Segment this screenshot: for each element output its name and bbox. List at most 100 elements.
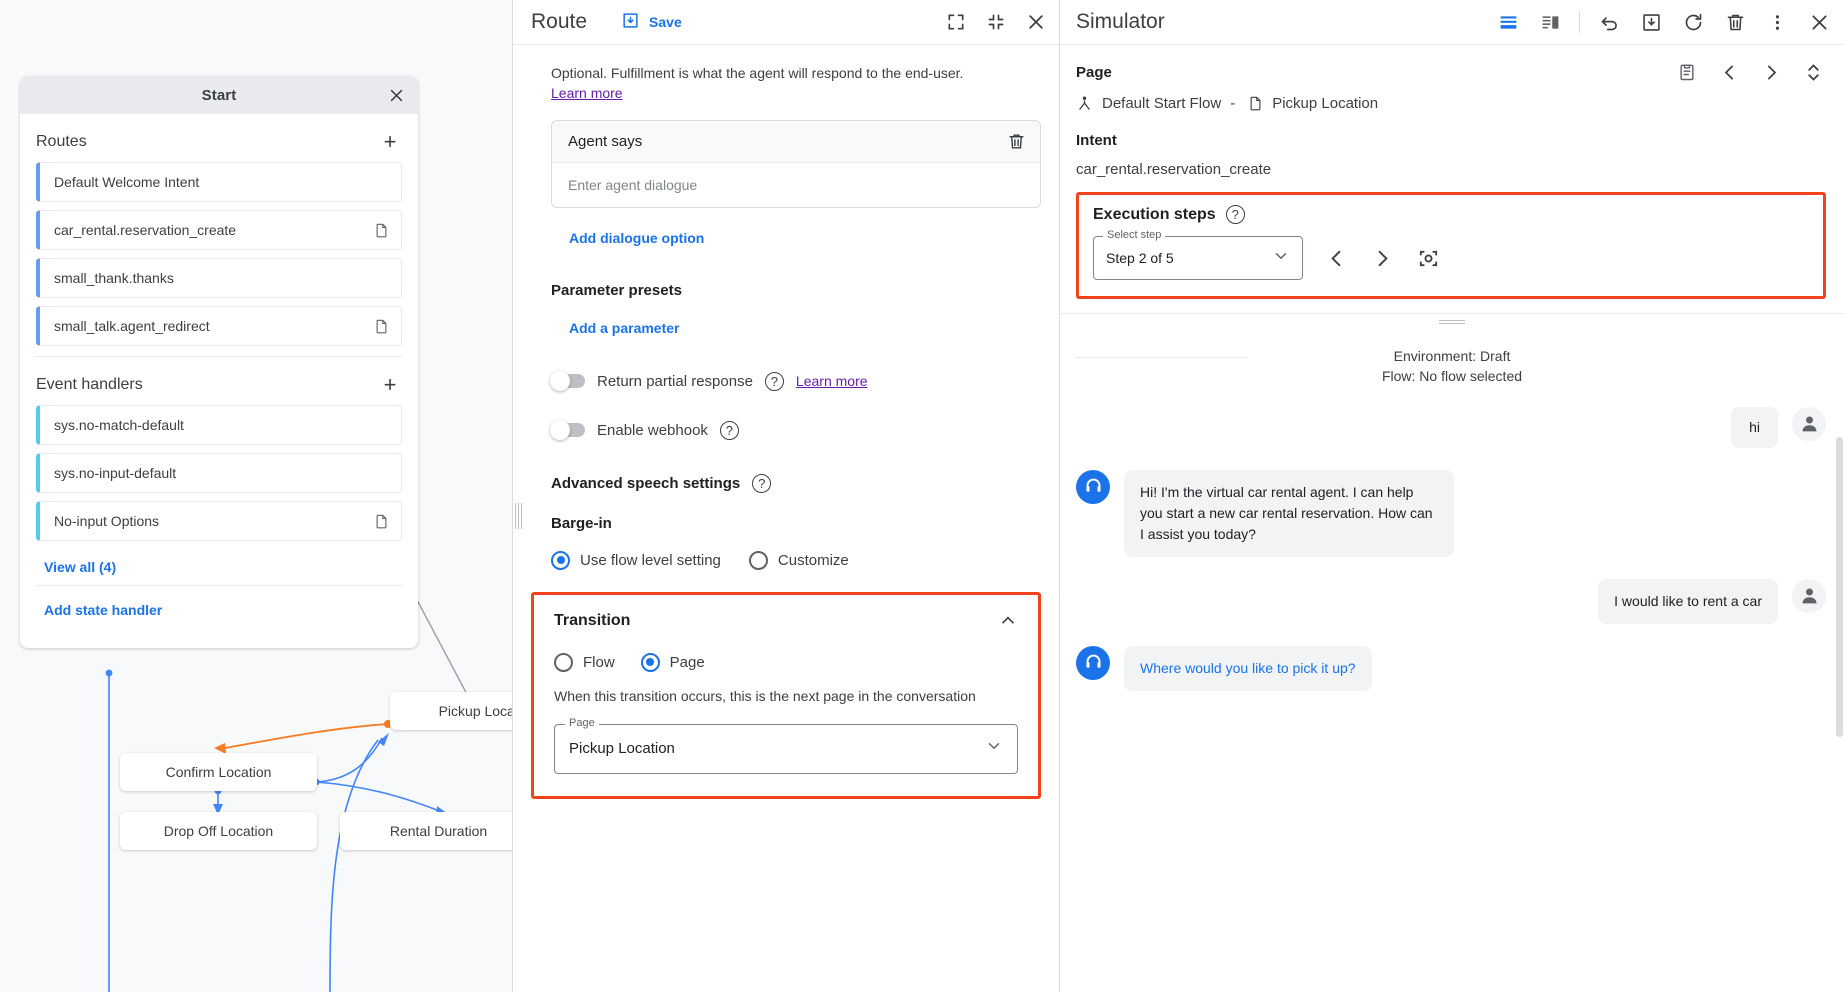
collapse-icon[interactable] — [983, 9, 1009, 35]
add-parameter-container: Add a parameter — [569, 320, 1041, 338]
intent-value: car_rental.reservation_create — [1076, 161, 1826, 178]
env-rule — [1076, 357, 1248, 358]
learn-more-link[interactable]: Learn more — [551, 85, 623, 101]
close-icon[interactable] — [384, 83, 408, 107]
enable-webhook-toggle[interactable] — [551, 423, 585, 437]
select-step-dropdown[interactable]: Select step Step 2 of 5 — [1093, 236, 1303, 280]
transition-page-select[interactable]: Page Pickup Location — [554, 724, 1018, 774]
select-step-float-label: Select step — [1103, 229, 1165, 241]
radio-label: Customize — [778, 552, 849, 569]
next-step-button[interactable] — [1369, 245, 1395, 271]
radio-button[interactable] — [551, 551, 570, 570]
trash-icon[interactable] — [1007, 132, 1026, 151]
expand-fullscreen-icon[interactable] — [943, 9, 969, 35]
help-icon[interactable]: ? — [752, 474, 771, 493]
transition-option-flow[interactable]: Flow — [554, 653, 615, 672]
restart-icon[interactable] — [1680, 9, 1706, 35]
breadcrumb-flow-label[interactable]: Default Start Flow — [1102, 95, 1221, 112]
parameter-presets-label: Parameter presets — [551, 282, 682, 299]
route-row[interactable]: car_rental.reservation_create — [36, 210, 402, 250]
toolbar-divider — [1579, 11, 1580, 33]
return-partial-response-toggle[interactable] — [551, 374, 585, 388]
page-icon — [1248, 95, 1263, 112]
view-all-link[interactable]: View all (4) — [20, 549, 132, 579]
route-label: car_rental.reservation_create — [54, 222, 236, 238]
execution-steps-title: Execution steps — [1093, 206, 1216, 224]
save-button[interactable]: Save — [621, 11, 682, 33]
chevron-right-icon[interactable] — [1758, 59, 1784, 85]
view-stacked-icon[interactable] — [1495, 9, 1521, 35]
learn-more-link[interactable]: Learn more — [796, 373, 868, 389]
simulator-drag-handle[interactable] — [1439, 320, 1465, 324]
drop-off-location-node[interactable]: Drop Off Location — [120, 812, 317, 850]
barge-in-option-flow-level[interactable]: Use flow level setting — [551, 551, 721, 570]
panel-resize-handle[interactable] — [515, 503, 523, 529]
undo-icon[interactable] — [1596, 9, 1622, 35]
chat-transcript[interactable]: hi Hi! I'm the virtual car rental agent.… — [1060, 387, 1844, 992]
advanced-speech-settings-label: Advanced speech settings — [551, 475, 740, 492]
document-icon[interactable] — [374, 222, 389, 239]
event-handlers-section-header: Event handlers + — [20, 357, 418, 405]
radio-button[interactable] — [641, 653, 660, 672]
help-icon[interactable]: ? — [1226, 205, 1245, 224]
event-handler-row[interactable]: sys.no-match-default — [36, 405, 402, 445]
simulator-divider — [1060, 313, 1844, 314]
pickup-location-node[interactable]: Pickup Location — [390, 692, 512, 730]
person-icon — [1792, 579, 1826, 613]
event-handler-row[interactable]: sys.no-input-default — [36, 453, 402, 493]
document-icon[interactable] — [374, 318, 389, 335]
center-focus-icon[interactable] — [1415, 245, 1441, 271]
document-icon[interactable] — [374, 513, 389, 530]
download-icon[interactable] — [1638, 9, 1664, 35]
chat-scrollbar[interactable] — [1836, 437, 1843, 737]
agent-dialogue-input[interactable]: Enter agent dialogue — [552, 163, 1040, 207]
add-event-handler-plus-icon[interactable]: + — [378, 373, 402, 397]
route-row[interactable]: small_talk.agent_redirect — [36, 306, 402, 346]
node-label: Confirm Location — [166, 764, 272, 780]
radio-button[interactable] — [554, 653, 573, 672]
add-state-handler-link[interactable]: Add state handler — [44, 602, 162, 618]
chat-message-user: I would like to rent a car — [1076, 579, 1826, 624]
barge-in-label-container: Barge-in — [551, 515, 1041, 533]
route-row[interactable]: small_thank.thanks — [36, 258, 402, 298]
close-icon[interactable] — [1806, 9, 1832, 35]
help-icon[interactable]: ? — [720, 421, 739, 440]
chevron-left-icon[interactable] — [1716, 59, 1742, 85]
breadcrumb-page-label[interactable]: Pickup Location — [1272, 95, 1378, 112]
view-split-icon[interactable] — [1537, 9, 1563, 35]
previous-step-button[interactable] — [1323, 245, 1349, 271]
message-text[interactable]: Where would you like to pick it up? — [1124, 646, 1372, 691]
radio-label: Flow — [583, 654, 615, 671]
simulator-header-icons — [1495, 9, 1832, 35]
help-icon[interactable]: ? — [765, 372, 784, 391]
node-label: Drop Off Location — [164, 823, 273, 839]
event-handler-row[interactable]: No-input Options — [36, 501, 402, 541]
add-parameter-link[interactable]: Add a parameter — [569, 320, 679, 336]
chevron-up-icon[interactable] — [998, 611, 1018, 631]
save-label: Save — [649, 14, 682, 30]
transition-description: When this transition occurs, this is the… — [554, 688, 1018, 704]
trash-icon[interactable] — [1722, 9, 1748, 35]
barge-in-option-customize[interactable]: Customize — [749, 551, 849, 570]
headset-icon — [1076, 646, 1110, 680]
collapse-vertical-icon[interactable] — [1800, 59, 1826, 85]
more-vert-icon[interactable] — [1764, 9, 1790, 35]
advanced-speech-settings-row: Advanced speech settings ? — [551, 474, 1041, 493]
breadcrumb: Default Start Flow - Pickup Location — [1076, 95, 1826, 112]
radio-button[interactable] — [749, 551, 768, 570]
chevron-down-icon[interactable] — [985, 737, 1003, 760]
add-route-plus-icon[interactable]: + — [378, 130, 402, 154]
chevron-down-icon[interactable] — [1272, 247, 1290, 270]
add-state-handler-container: Add state handler — [20, 586, 418, 648]
flow-line: Flow: No flow selected — [1060, 366, 1844, 386]
rental-duration-node[interactable]: Rental Duration — [340, 812, 512, 850]
helper-sentence: Optional. Fulfillment is what the agent … — [551, 65, 963, 81]
confirm-location-node[interactable]: Confirm Location — [120, 753, 317, 791]
transition-option-page[interactable]: Page — [641, 653, 705, 672]
barge-in-options: Use flow level setting Customize — [551, 551, 1041, 570]
clipboard-icon[interactable] — [1674, 59, 1700, 85]
close-icon[interactable] — [1023, 9, 1049, 35]
flow-graph-canvas[interactable]: Pickup Location Confirm Location Drop Of… — [0, 0, 512, 992]
route-row[interactable]: Default Welcome Intent — [36, 162, 402, 202]
add-dialogue-option-link[interactable]: Add dialogue option — [569, 230, 704, 246]
